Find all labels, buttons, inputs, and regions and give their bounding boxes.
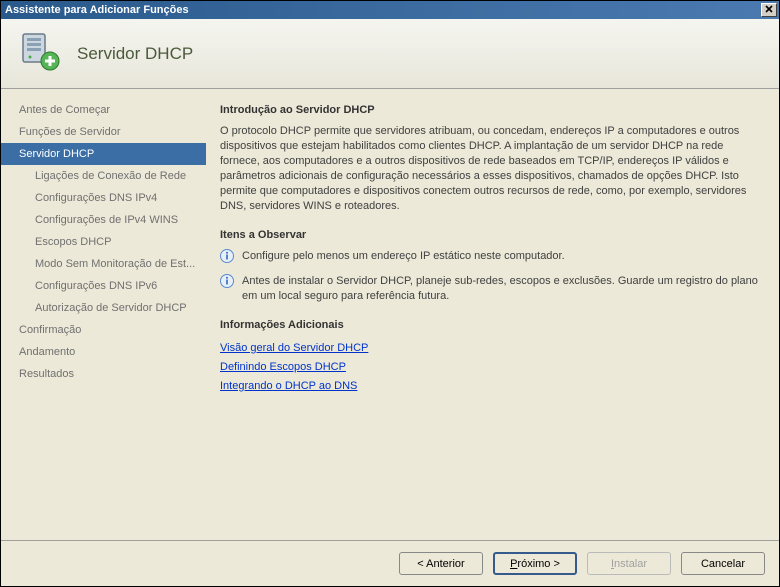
- nav-item-10[interactable]: Confirmação: [1, 319, 206, 341]
- nav-item-12[interactable]: Resultados: [1, 363, 206, 385]
- server-icon: [19, 30, 63, 77]
- nav-item-11[interactable]: Andamento: [1, 341, 206, 363]
- observe-item-1: Antes de instalar o Servidor DHCP, plane…: [220, 274, 763, 304]
- observe-item-0: Configure pelo menos um endereço IP está…: [220, 249, 763, 268]
- nav-item-8[interactable]: Configurações DNS IPv6: [1, 275, 206, 297]
- wizard-nav: Antes de ComeçarFunções de ServidorServi…: [1, 89, 206, 540]
- info-icon: [220, 274, 234, 293]
- close-icon: [765, 5, 773, 16]
- nav-item-3[interactable]: Ligações de Conexão de Rede: [1, 165, 206, 187]
- info-link-0[interactable]: Visão geral do Servidor DHCP: [220, 339, 368, 358]
- header-area: Servidor DHCP: [1, 19, 779, 89]
- window-title: Assistente para Adicionar Funções: [5, 4, 761, 16]
- additional-info-heading: Informações Adicionais: [220, 318, 763, 333]
- cancel-button[interactable]: Cancelar: [681, 552, 765, 575]
- info-link-1[interactable]: Definindo Escopos DHCP: [220, 358, 346, 377]
- nav-item-0[interactable]: Antes de Começar: [1, 99, 206, 121]
- nav-item-9[interactable]: Autorização de Servidor DHCP: [1, 297, 206, 319]
- install-button: Instalar: [587, 552, 671, 575]
- body-area: Antes de ComeçarFunções de ServidorServi…: [1, 89, 779, 540]
- next-button-label: Próximo >: [510, 558, 560, 570]
- nav-item-1[interactable]: Funções de Servidor: [1, 121, 206, 143]
- observe-item-text: Antes de instalar o Servidor DHCP, plane…: [242, 274, 763, 304]
- nav-item-4[interactable]: Configurações DNS IPv4: [1, 187, 206, 209]
- install-button-label: Instalar: [611, 558, 647, 570]
- page-heading: Servidor DHCP: [77, 44, 193, 64]
- nav-item-6[interactable]: Escopos DHCP: [1, 231, 206, 253]
- content-panel: Introdução ao Servidor DHCP O protocolo …: [206, 89, 779, 540]
- additional-links: Visão geral do Servidor DHCPDefinindo Es…: [220, 339, 763, 396]
- nav-item-5[interactable]: Configurações de IPv4 WINS: [1, 209, 206, 231]
- info-link-2[interactable]: Integrando o DHCP ao DNS: [220, 377, 357, 396]
- close-button[interactable]: [761, 3, 777, 17]
- info-icon: [220, 249, 234, 268]
- previous-button[interactable]: < Anterior: [399, 552, 483, 575]
- nav-item-7[interactable]: Modo Sem Monitoração de Est...: [1, 253, 206, 275]
- nav-item-2[interactable]: Servidor DHCP: [1, 143, 206, 165]
- cancel-button-label: Cancelar: [701, 558, 745, 570]
- titlebar: Assistente para Adicionar Funções: [1, 1, 779, 19]
- intro-text: O protocolo DHCP permite que servidores …: [220, 124, 763, 214]
- wizard-window: Assistente para Adicionar Funções Se: [0, 0, 780, 587]
- previous-button-label: < Anterior: [417, 558, 464, 570]
- observe-item-text: Configure pelo menos um endereço IP está…: [242, 249, 763, 264]
- observe-heading: Itens a Observar: [220, 228, 763, 243]
- button-bar: < Anterior Próximo > Instalar Cancelar: [1, 540, 779, 586]
- next-button[interactable]: Próximo >: [493, 552, 577, 575]
- intro-heading: Introdução ao Servidor DHCP: [220, 103, 763, 118]
- observe-list: Configure pelo menos um endereço IP está…: [220, 249, 763, 304]
